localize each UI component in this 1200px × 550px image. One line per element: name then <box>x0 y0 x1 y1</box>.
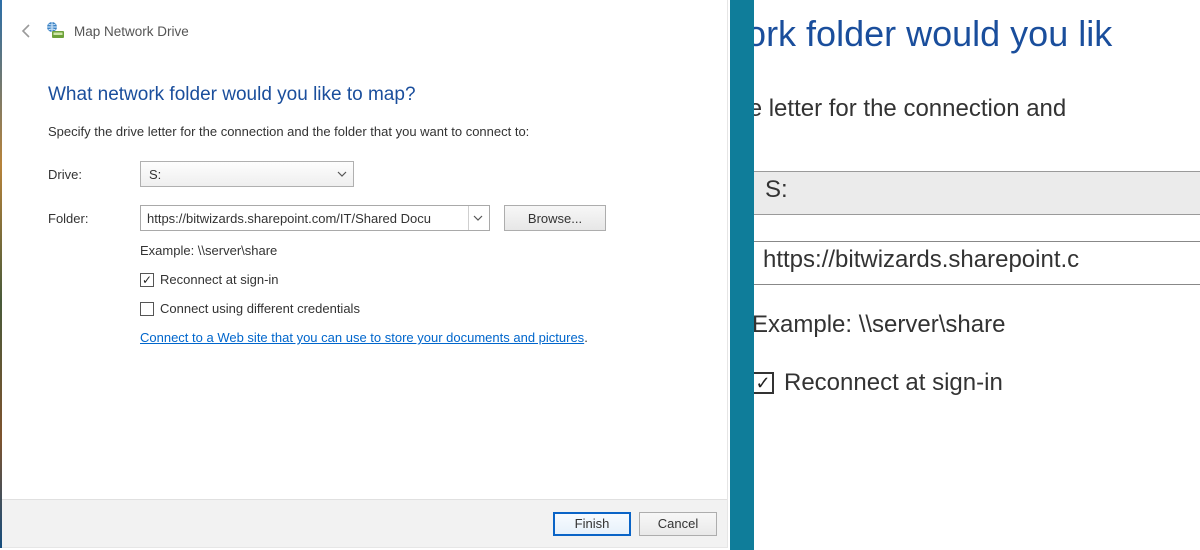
different-credentials-label: Connect using different credentials <box>160 301 360 316</box>
drive-select-value: S: <box>149 167 161 182</box>
dialog-title: Map Network Drive <box>74 24 189 39</box>
page-heading: What network folder would you like to ma… <box>2 50 727 116</box>
zoom-reconnect-label: Reconnect at sign-in <box>784 369 1003 397</box>
drive-select[interactable]: S: <box>140 161 354 187</box>
reconnect-label: Reconnect at sign-in <box>160 272 279 287</box>
finish-button[interactable]: Finish <box>553 512 631 536</box>
back-arrow-icon[interactable] <box>16 20 38 42</box>
folder-label: Folder: <box>48 211 140 226</box>
reconnect-checkbox-row[interactable]: Reconnect at sign-in <box>140 272 681 287</box>
different-credentials-checkbox-row[interactable]: Connect using different credentials <box>140 301 681 316</box>
chevron-down-icon <box>337 167 347 182</box>
map-network-drive-dialog: Map Network Drive What network folder wo… <box>2 0 728 548</box>
network-drive-icon <box>46 21 66 41</box>
zoom-folder-input[interactable]: https://bitwizards.sharepoint.c <box>754 241 1200 285</box>
dialog-footer: Finish Cancel <box>2 499 727 547</box>
connect-website-link[interactable]: Connect to a Web site that you can use t… <box>140 330 584 345</box>
browse-button[interactable]: Browse... <box>504 205 606 231</box>
dialog-header: Map Network Drive <box>2 0 727 50</box>
zoom-heading-fragment: network folder would you lik <box>754 13 1200 55</box>
zoom-example-text: Example: \\server\share <box>754 311 1200 339</box>
chevron-down-icon <box>468 206 487 230</box>
drive-label: Drive: <box>48 167 140 182</box>
folder-input-value: https://bitwizards.sharepoint.com/IT/Sha… <box>147 211 468 226</box>
zoom-reconnect-checkbox[interactable] <box>754 372 774 394</box>
folder-example-text: Example: \\server\share <box>140 243 681 258</box>
vertical-separator <box>730 0 754 550</box>
folder-row: Folder: https://bitwizards.sharepoint.co… <box>48 205 681 231</box>
zoom-panel: p Network Drive network folder would you… <box>754 0 1200 550</box>
drive-row: Drive: S: <box>48 161 681 187</box>
zoom-reconnect-checkbox-row[interactable]: Reconnect at sign-in <box>754 369 1200 397</box>
zoom-drive-select[interactable]: S: <box>754 171 1200 215</box>
cancel-button[interactable]: Cancel <box>639 512 717 536</box>
connect-website-line: Connect to a Web site that you can use t… <box>140 330 681 345</box>
page-instruction: Specify the drive letter for the connect… <box>2 116 727 161</box>
reconnect-checkbox[interactable] <box>140 273 154 287</box>
zoom-instruction-fragment: the drive letter for the connection and <box>754 95 1200 123</box>
folder-combobox[interactable]: https://bitwizards.sharepoint.com/IT/Sha… <box>140 205 490 231</box>
different-credentials-checkbox[interactable] <box>140 302 154 316</box>
link-terminal-dot: . <box>584 330 588 345</box>
